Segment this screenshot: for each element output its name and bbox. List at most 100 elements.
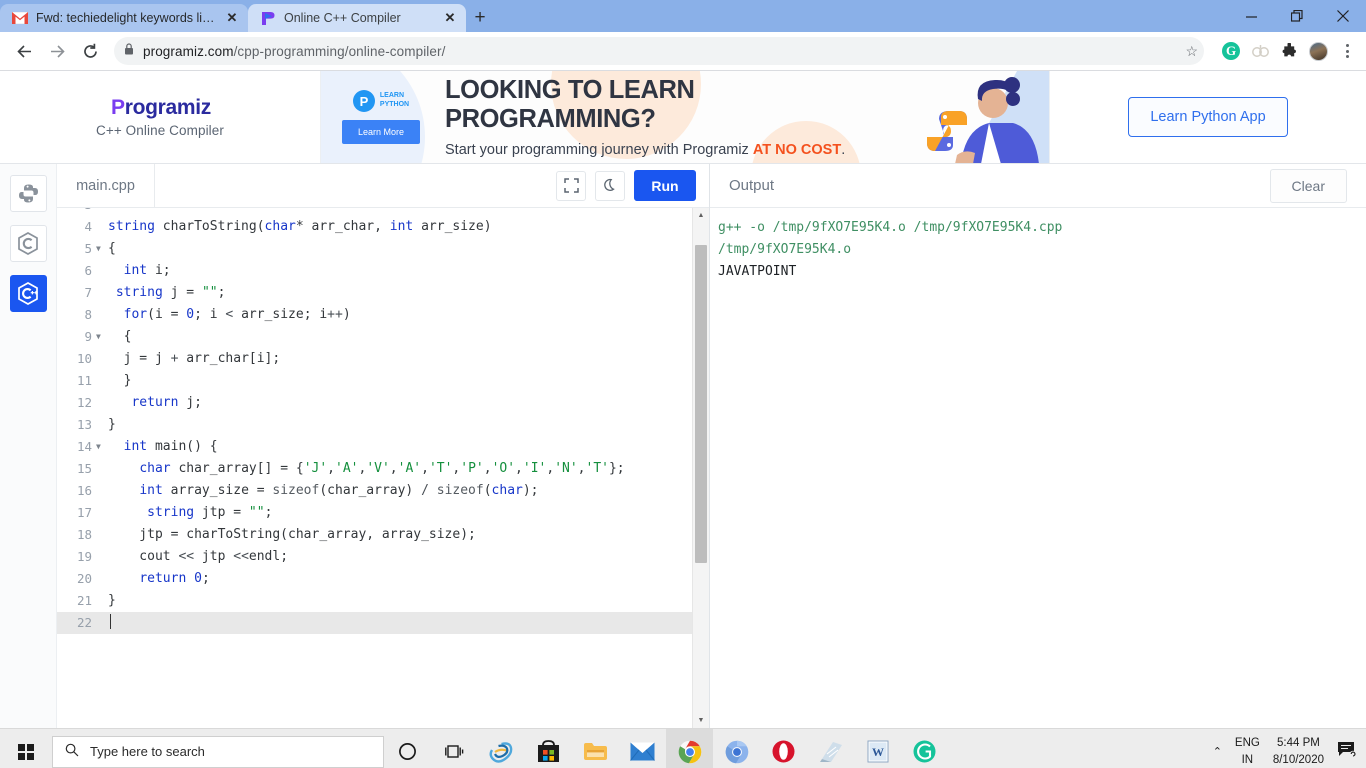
- c-language-button[interactable]: [9, 225, 47, 262]
- grammarly-extension-icon[interactable]: G: [1221, 41, 1241, 61]
- line-number: 21: [76, 593, 92, 608]
- code-line[interactable]: 14 ▼ int main() {: [57, 436, 692, 458]
- learn-python-app-button[interactable]: Learn Python App: [1128, 97, 1288, 137]
- cortana-icon[interactable]: [384, 729, 431, 768]
- scrollbar-thumb[interactable]: [695, 245, 707, 563]
- chrome-icon[interactable]: [666, 728, 713, 768]
- notification-icon[interactable]: [1337, 741, 1357, 763]
- tray-clock[interactable]: 5:44 PM 8/10/2020: [1273, 735, 1324, 768]
- line-number: 16: [76, 483, 92, 498]
- code-line[interactable]: 22: [57, 612, 692, 634]
- brand-block[interactable]: Programiz C++ Online Compiler: [0, 71, 320, 163]
- taskbar-search-input[interactable]: Type here to search: [52, 735, 384, 768]
- fold-arrow-icon[interactable]: ▼: [95, 326, 108, 348]
- system-tray: ⌃ ENG IN 5:44 PM 8/10/2020: [1213, 729, 1366, 768]
- moon-icon[interactable]: [595, 170, 625, 201]
- fullscreen-icon[interactable]: [556, 170, 586, 201]
- code-line[interactable]: 20 return 0;: [57, 568, 692, 590]
- run-button[interactable]: Run: [634, 170, 696, 201]
- address-bar[interactable]: programiz.com/cpp-programming/online-com…: [114, 37, 1204, 65]
- site-header: Programiz C++ Online Compiler P LEARN PY…: [0, 71, 1366, 164]
- code-line[interactable]: 17 string jtp = "";: [57, 502, 692, 524]
- code-line[interactable]: 4 string charToString(char* arr_char, int…: [57, 216, 692, 238]
- output-command-line: /tmp/9fXO7E95K4.o: [718, 242, 852, 257]
- word-icon[interactable]: W: [854, 729, 901, 768]
- puzzle-extensions-icon[interactable]: [1279, 41, 1299, 61]
- close-icon[interactable]: [1320, 0, 1366, 32]
- link-extension-icon[interactable]: [1250, 41, 1270, 61]
- code-line[interactable]: 18 jtp = charToString(char_array, array_…: [57, 524, 692, 546]
- ad-subline: Start your programming journey with Prog…: [445, 141, 846, 158]
- search-icon: [65, 743, 79, 760]
- file-explorer-icon[interactable]: [572, 729, 619, 768]
- code-line[interactable]: 11 }: [57, 370, 692, 392]
- code-line[interactable]: 19 cout << jtp <<endl;: [57, 546, 692, 568]
- editor-scrollbar[interactable]: ▲ ▼: [692, 208, 709, 728]
- line-number: 8: [84, 307, 92, 322]
- forward-icon[interactable]: [42, 36, 72, 66]
- code-line[interactable]: 6 int i;: [57, 260, 692, 282]
- python-language-button[interactable]: [9, 175, 47, 212]
- microsoft-store-icon[interactable]: [525, 729, 572, 768]
- browser-tab-programiz[interactable]: Online C++ Compiler ✕: [248, 4, 466, 32]
- code-text: char char_array[] = {'J','A','V','A','T'…: [139, 461, 625, 476]
- browser-toolbar: programiz.com/cpp-programming/online-com…: [0, 32, 1366, 71]
- back-icon[interactable]: [9, 36, 39, 66]
- ide-area: main.cpp Run 3 4 string charToString(char*…: [0, 163, 1366, 728]
- line-number: 15: [76, 461, 92, 476]
- cpp-language-button[interactable]: [9, 275, 47, 312]
- profile-avatar[interactable]: [1308, 41, 1328, 61]
- url-path: /cpp-programming/online-compiler/: [233, 43, 446, 59]
- extension-toolbar: G: [1213, 41, 1357, 61]
- code-line[interactable]: 7 string j = "";: [57, 282, 692, 304]
- opera-icon[interactable]: [760, 729, 807, 768]
- ad-banner[interactable]: P LEARN PYTHON Learn More LOOKING TO LEA…: [320, 71, 1050, 163]
- fold-arrow-icon[interactable]: ▼: [95, 238, 108, 260]
- new-tab-button[interactable]: +: [466, 4, 494, 32]
- close-icon[interactable]: ✕: [224, 10, 240, 26]
- scroll-up-icon[interactable]: ▲: [693, 208, 709, 223]
- code-line[interactable]: 10 j = j + arr_char[i];: [57, 348, 692, 370]
- code-text: }: [108, 593, 116, 608]
- notepad-icon[interactable]: [807, 729, 854, 768]
- windows-start-icon[interactable]: [4, 729, 48, 768]
- code-line[interactable]: 21}: [57, 590, 692, 612]
- clear-button[interactable]: Clear: [1269, 168, 1347, 203]
- code-line[interactable]: 12 return j;: [57, 392, 692, 414]
- output-command-line: g++ -o /tmp/9fXO7E95K4.o /tmp/9fXO7E95K4…: [718, 220, 1063, 235]
- output-title: Output: [729, 177, 775, 194]
- line-number: 19: [76, 549, 92, 564]
- tray-chevron-up-icon[interactable]: ⌃: [1213, 745, 1222, 758]
- close-icon[interactable]: ✕: [442, 10, 458, 26]
- line-number: 20: [76, 571, 92, 586]
- chromium-icon[interactable]: [713, 729, 760, 768]
- browser-menu-icon[interactable]: [1337, 41, 1357, 61]
- restore-icon[interactable]: [1274, 0, 1320, 32]
- output-console[interactable]: g++ -o /tmp/9fXO7E95K4.o /tmp/9fXO7E95K4…: [710, 208, 1366, 728]
- file-tab-main-cpp[interactable]: main.cpp: [57, 163, 155, 208]
- code-line[interactable]: 15 char char_array[] = {'J','A','V','A',…: [57, 458, 692, 480]
- python-badge-icon: P: [352, 90, 375, 112]
- grammarly-icon[interactable]: [901, 729, 948, 768]
- code-line[interactable]: 8 for(i = 0; i < arr_size; i++): [57, 304, 692, 326]
- code-line[interactable]: 5 ▼{: [57, 238, 692, 260]
- bookmark-star-icon[interactable]: ☆: [1185, 43, 1198, 60]
- mail-icon[interactable]: [619, 729, 666, 768]
- fold-arrow-icon[interactable]: ▼: [95, 436, 108, 458]
- tray-language-indicator[interactable]: ENG IN: [1235, 735, 1260, 768]
- code-line[interactable]: 16 int array_size = sizeof(char_array) /…: [57, 480, 692, 502]
- code-line[interactable]: 13}: [57, 414, 692, 436]
- line-number: 13: [76, 417, 92, 432]
- code-line[interactable]: 3: [57, 208, 692, 216]
- code-editor[interactable]: 3 4 string charToString(char* arr_char, in…: [57, 208, 709, 728]
- scroll-down-icon[interactable]: ▼: [693, 713, 709, 728]
- task-view-icon[interactable]: [431, 729, 478, 768]
- minimize-icon[interactable]: [1228, 0, 1274, 32]
- internet-explorer-icon[interactable]: [478, 729, 525, 768]
- reload-icon[interactable]: [75, 36, 105, 66]
- code-line[interactable]: 9 ▼ {: [57, 326, 692, 348]
- code-lines[interactable]: 3 4 string charToString(char* arr_char, in…: [57, 208, 692, 634]
- browser-tab-gmail[interactable]: Fwd: techiedelight keywords list - ✕: [0, 4, 248, 32]
- ad-learn-more-button[interactable]: Learn More: [341, 120, 421, 144]
- code-text: [108, 612, 111, 634]
